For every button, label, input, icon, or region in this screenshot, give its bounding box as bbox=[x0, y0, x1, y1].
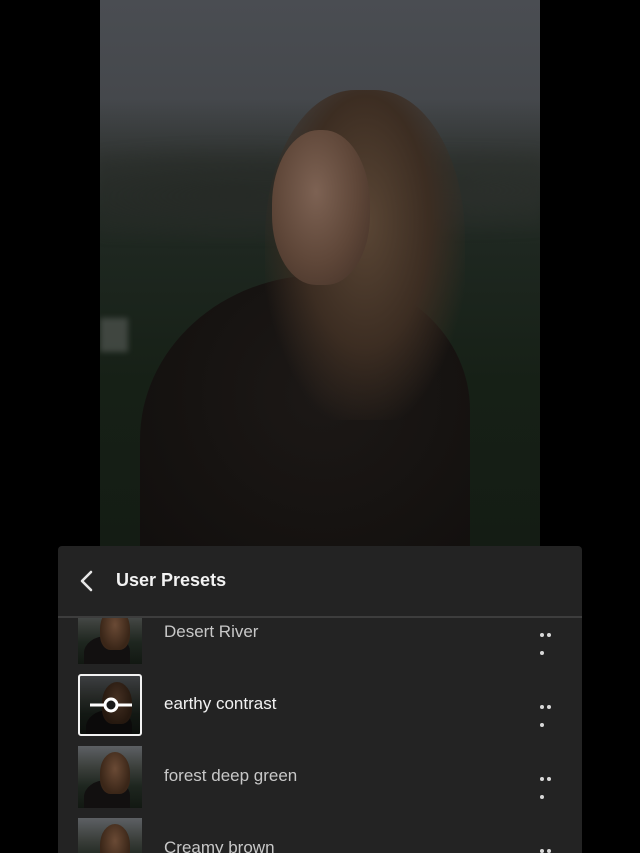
chevron-left-icon[interactable] bbox=[76, 568, 98, 594]
panel-header: User Presets bbox=[58, 546, 582, 618]
more-horizontal-icon[interactable] bbox=[540, 696, 560, 727]
preset-label: earthy contrast bbox=[164, 694, 277, 713]
list-item[interactable]: Creamy brown bbox=[58, 814, 582, 853]
panel-title: User Presets bbox=[116, 570, 227, 590]
list-item[interactable]: forest deep green bbox=[58, 742, 582, 814]
preset-label: Desert River bbox=[164, 622, 259, 641]
more-horizontal-icon[interactable] bbox=[540, 768, 560, 799]
background-sign bbox=[100, 318, 128, 352]
more-horizontal-icon[interactable] bbox=[540, 624, 560, 655]
preset-label: Creamy brown bbox=[164, 838, 275, 853]
list-item[interactable]: Desert River bbox=[58, 618, 582, 670]
list-item[interactable]: earthy contrast bbox=[58, 670, 582, 742]
preset-thumbnail bbox=[78, 618, 142, 664]
more-horizontal-icon[interactable] bbox=[540, 840, 560, 853]
photo-preview bbox=[100, 0, 540, 548]
preset-thumbnail bbox=[78, 818, 142, 853]
subject-face bbox=[272, 130, 370, 285]
preset-thumbnail bbox=[78, 746, 142, 808]
preset-thumbnail bbox=[78, 674, 142, 736]
preset-slider-icon bbox=[88, 694, 134, 716]
preset-list: Desert River earthy contrast forest deep… bbox=[58, 618, 582, 853]
presets-panel: User Presets Desert River earthy contras… bbox=[58, 546, 582, 853]
preset-label: forest deep green bbox=[164, 766, 298, 785]
